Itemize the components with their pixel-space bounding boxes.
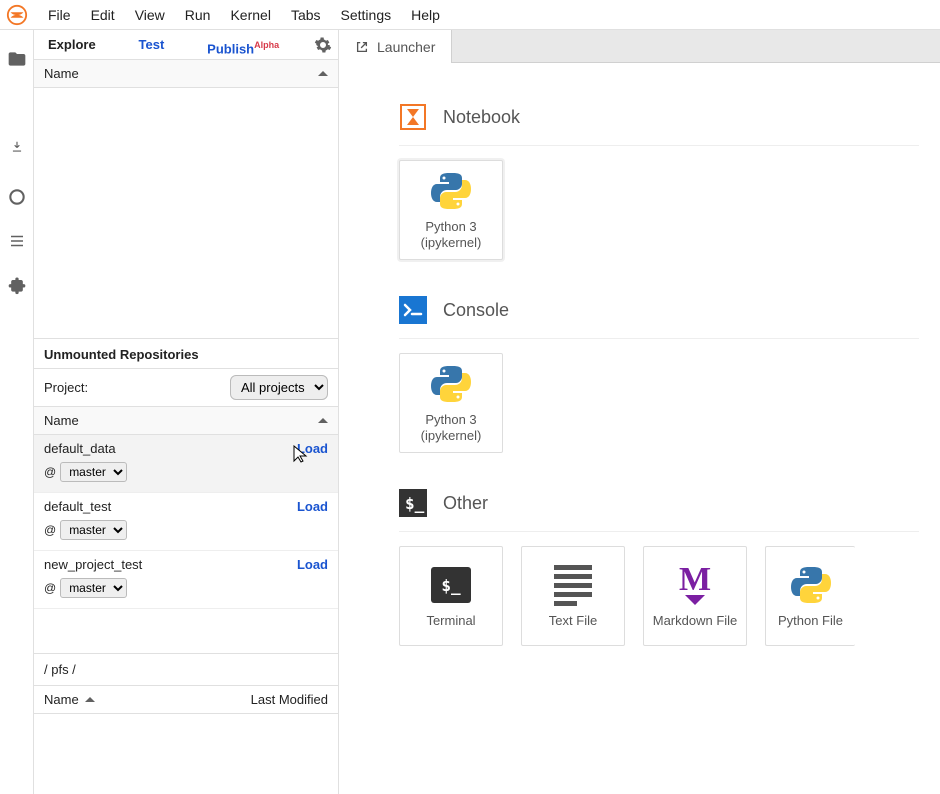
section-title: Console xyxy=(443,300,509,321)
unmounted-title: Unmounted Repositories xyxy=(34,338,338,369)
mounted-name-header[interactable]: Name xyxy=(34,60,338,88)
filebrowser-header: Name Last Modified xyxy=(34,686,338,714)
gear-icon[interactable] xyxy=(314,36,332,54)
section-console: Console Python 3 (ipykernel) xyxy=(399,296,940,453)
menubar: File Edit View Run Kernel Tabs Settings … xyxy=(0,0,940,30)
tile-terminal[interactable]: $_ Terminal xyxy=(399,546,503,646)
python-icon xyxy=(429,362,473,406)
filebrowser-body xyxy=(34,714,338,794)
load-button[interactable]: Load xyxy=(297,499,328,540)
filebrowser-path[interactable]: / pfs / xyxy=(34,653,338,686)
toc-icon[interactable] xyxy=(6,230,28,252)
tile-textfile[interactable]: Text File xyxy=(521,546,625,646)
folder-icon[interactable] xyxy=(6,48,28,70)
repo-item-default-test[interactable]: default_test @master Load xyxy=(34,493,338,551)
menu-tabs[interactable]: Tabs xyxy=(281,0,331,30)
sort-asc-icon xyxy=(85,697,95,702)
launcher-area: Launcher Notebook Python 3 (ipykernel) xyxy=(339,30,940,794)
repo-name: new_project_test xyxy=(44,557,142,572)
menu-file[interactable]: File xyxy=(38,0,81,30)
launcher-body: Notebook Python 3 (ipykernel) Console xyxy=(339,63,940,794)
left-rail xyxy=(0,30,34,794)
running-icon[interactable] xyxy=(6,186,28,208)
repo-name: default_test xyxy=(44,499,127,514)
section-title: Other xyxy=(443,493,488,514)
extensions-icon[interactable] xyxy=(6,274,28,296)
menu-run[interactable]: Run xyxy=(175,0,221,30)
cursor-icon xyxy=(292,445,308,463)
tile-markdown[interactable]: M Markdown File xyxy=(643,546,747,646)
python-icon xyxy=(789,563,833,607)
section-notebook: Notebook Python 3 (ipykernel) xyxy=(399,103,940,260)
tile-python3-notebook[interactable]: Python 3 (ipykernel) xyxy=(399,160,503,260)
project-row: Project: All projects xyxy=(34,369,338,407)
menu-help[interactable]: Help xyxy=(401,0,450,30)
branch-select[interactable]: master xyxy=(60,578,127,598)
side-panel: Explore Test PublishAlpha Name Unmounted… xyxy=(34,30,339,794)
launch-icon xyxy=(355,40,369,54)
repo-item-new-project-test[interactable]: new_project_test @master Load xyxy=(34,551,338,609)
repo-item-default-data[interactable]: default_data @master Load xyxy=(34,435,338,493)
name-label: Name xyxy=(44,66,79,81)
tile-pythonfile[interactable]: Python File xyxy=(765,546,855,646)
tab-publish[interactable]: PublishAlpha xyxy=(199,30,287,60)
unmounted-name-header[interactable]: Name xyxy=(34,407,338,435)
tab-explore[interactable]: Explore xyxy=(40,30,104,60)
section-title: Notebook xyxy=(443,107,520,128)
repo-name: default_data xyxy=(44,441,127,456)
load-button[interactable]: Load xyxy=(297,557,328,598)
tabbar: Launcher xyxy=(339,30,940,63)
sort-asc-icon xyxy=(318,71,328,76)
fb-modified-col[interactable]: Last Modified xyxy=(251,692,328,707)
repo-list: default_data @master Load default_test @… xyxy=(34,435,338,653)
tab-test[interactable]: Test xyxy=(131,30,173,60)
python-icon xyxy=(429,169,473,213)
fb-name-col[interactable]: Name xyxy=(44,692,251,707)
menu-settings[interactable]: Settings xyxy=(331,0,402,30)
mounted-repos-area xyxy=(34,88,338,338)
notebook-section-icon xyxy=(399,103,427,131)
menu-kernel[interactable]: Kernel xyxy=(220,0,280,30)
tile-python3-console[interactable]: Python 3 (ipykernel) xyxy=(399,353,503,453)
branch-select[interactable]: master xyxy=(60,520,127,540)
project-label: Project: xyxy=(44,380,88,395)
console-section-icon xyxy=(399,296,427,324)
branch-select[interactable]: master xyxy=(60,462,127,482)
sidepanel-tabs: Explore Test PublishAlpha xyxy=(34,30,338,60)
project-select[interactable]: All projects xyxy=(230,375,328,400)
menu-view[interactable]: View xyxy=(125,0,175,30)
markdown-icon: M xyxy=(679,566,711,605)
jupyter-logo-icon xyxy=(6,4,28,26)
tab-launcher[interactable]: Launcher xyxy=(339,30,452,63)
sort-asc-icon xyxy=(318,418,328,423)
section-other: Other $_ Terminal Text File M Markdown F… xyxy=(399,489,940,646)
terminal-icon: $_ xyxy=(431,567,471,603)
textfile-icon xyxy=(554,565,592,606)
terminal-section-icon xyxy=(399,489,427,517)
menu-edit[interactable]: Edit xyxy=(81,0,125,30)
download-icon[interactable] xyxy=(6,136,28,158)
